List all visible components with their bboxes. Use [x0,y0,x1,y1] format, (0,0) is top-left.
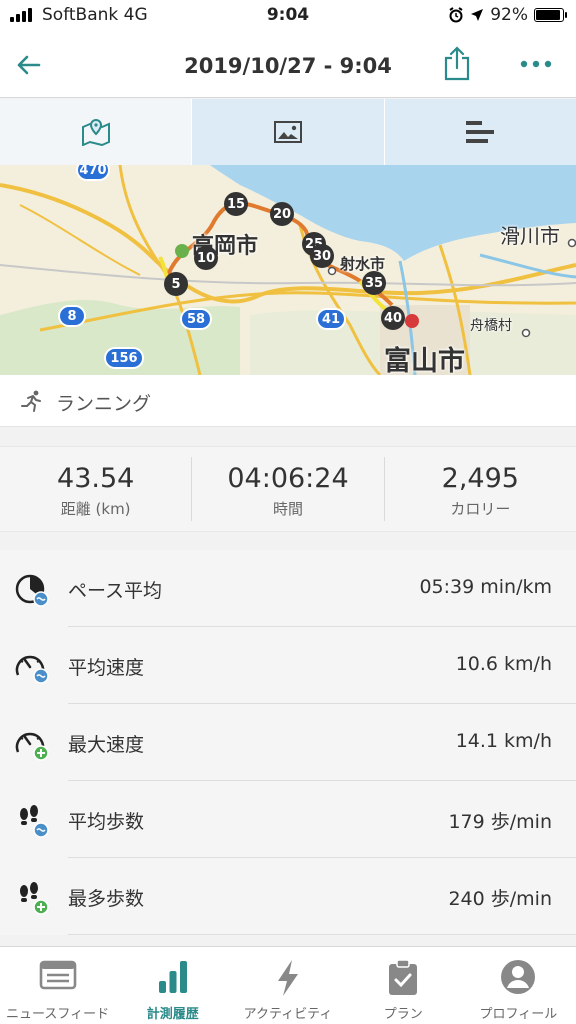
tab-label: プラン [383,1007,423,1022]
tab-charts[interactable] [384,99,576,165]
tab-label: ニュースフィード [6,1007,110,1022]
activity-icon [278,960,298,996]
newsfeed-icon [39,960,76,990]
tab-profile[interactable]: プロフィール [461,947,576,1024]
cadence-max-icon [20,882,49,915]
road-shield: 156 [104,347,144,369]
tab-label: 計測履歴 [146,1007,199,1022]
route-marker: 10 [194,246,218,270]
running-icon [21,390,41,412]
stat-calories: 2,495 カロリー [385,457,576,521]
metric-value: 179 歩/min [448,811,552,833]
route-marker: 15 [224,192,248,216]
road-shield: 41 [316,308,346,330]
metric-label: 平均歩数 [68,811,145,833]
tab-photos[interactable] [192,99,385,165]
route-map[interactable]: 高岡市 射水市 富山市 滑川市 舟橋村 5 10 15 20 25 30 35 … [0,165,576,375]
battery-icon [534,8,567,22]
stat-value: 04:06:24 [227,463,349,494]
stat-unit: 距離 (km) [60,500,131,518]
activity-type-label: ランニング [56,393,152,415]
road-shield: 58 [180,308,212,330]
metric-value: 14.1 km/h [455,730,552,752]
route-marker: 35 [362,271,386,295]
tab-label: プロフィール [479,1007,558,1022]
bar-chart-icon [466,121,495,143]
metric-label: 平均速度 [68,657,145,679]
tab-history[interactable]: 計測履歴 [115,947,230,1024]
speed-average-icon [15,655,49,684]
map-city-label: 滑川市 [500,224,560,248]
stat-duration: 04:06:24 時間 [192,457,385,521]
location-arrow-icon [471,9,484,21]
metric-value: 05:39 min/km [419,576,552,598]
map-city-label: 舟橋村 [470,318,512,334]
view-tabs [0,99,576,165]
road-shield: 8 [58,305,86,327]
share-icon[interactable] [442,46,472,82]
status-bar: SoftBank 4G 9:04 92% [0,0,576,32]
map-icon [81,118,110,146]
map-city-label: 富山市 [384,346,465,375]
stat-value: 2,495 [441,463,519,494]
profile-icon [501,960,536,994]
tab-map[interactable] [0,99,193,165]
metric-label: 最大速度 [68,734,145,756]
activity-type-row: ランニング [0,375,576,427]
metric-value: 10.6 km/h [455,653,552,675]
route-marker: 5 [164,272,188,296]
tab-activity[interactable]: アクティビティ [230,947,345,1024]
stat-unit: 時間 [272,500,303,518]
stat-value: 43.54 [57,463,135,494]
stat-unit: カロリー [450,500,511,518]
battery-percent: 92% [490,5,528,25]
metric-label: 最多歩数 [68,888,145,910]
plan-icon [389,959,418,995]
tab-newsfeed[interactable]: ニュースフィード [0,947,115,1024]
summary-stats: 43.54 距離 (km) 04:06:24 時間 2,495 カロリー [0,446,576,532]
metric-value: 240 歩/min [448,888,552,910]
map-background [0,165,576,375]
metric-pace-average: ペース平均 05:39 min/km [0,550,576,627]
metric-cadence-max: 最多歩数 240 歩/min [0,858,576,935]
history-icon [158,961,187,993]
alarm-icon [449,7,463,23]
stat-distance: 43.54 距離 (km) [0,457,193,521]
road-shield: 470 [76,165,110,181]
pace-average-icon [15,574,49,607]
route-marker: 40 [381,306,405,330]
metric-label: ペース平均 [68,580,163,602]
route-marker: 20 [270,202,294,226]
metrics-list: ペース平均 05:39 min/km 平均速度 10.6 km/h 最大速度 1… [0,550,576,935]
tab-plan[interactable]: プラン [346,947,461,1024]
metric-speed-max: 最大速度 14.1 km/h [0,704,576,781]
photo-icon [273,121,302,143]
cadence-average-icon [20,805,49,838]
page-title: 2019/10/27 - 9:04 [184,54,392,78]
metric-cadence-average: 平均歩数 179 歩/min [0,781,576,858]
tab-label: アクティビティ [243,1007,333,1022]
bottom-tab-bar: ニュースフィード 計測履歴 アクティビティ プラン プロフィール [0,946,576,1024]
navigation-bar: 2019/10/27 - 9:04 [0,32,576,98]
speed-max-icon [15,732,49,761]
metric-speed-average: 平均速度 10.6 km/h [0,627,576,704]
route-marker: 30 [310,244,334,268]
more-icon[interactable] [518,54,554,74]
